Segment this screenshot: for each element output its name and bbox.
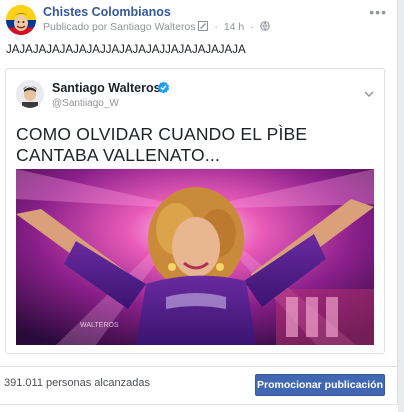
verified-icon	[157, 81, 170, 94]
page-name-link[interactable]: Chistes Colombianos	[43, 5, 171, 19]
image-watermark: WALTEROS	[80, 322, 119, 329]
chevron-down-icon[interactable]	[364, 91, 374, 97]
promote-post-button[interactable]: Promocionar publicación	[255, 374, 385, 396]
tweet-author-name[interactable]: Santiago Walteros	[52, 81, 161, 95]
tweet-text: COMO OLVIDAR CUANDO EL PÌBE CANTABA VALL…	[16, 124, 308, 165]
page-avatar[interactable]	[6, 5, 36, 35]
tweet-author-handle[interactable]: @Santiiago_W	[52, 98, 119, 109]
post-byline: Publicado por Santiago Walteros · 14 h ·	[43, 21, 270, 33]
globe-icon	[259, 21, 270, 31]
embedded-tweet[interactable]: Santiago Walteros @Santiiago_W COMO OLVI…	[5, 68, 385, 354]
published-by-text: Publicado por Santiago Walteros	[43, 21, 196, 33]
post-status-text: JAJAJAJAJAJAJAJJAJAJAJAJJAJAJAJAJAJA	[6, 44, 246, 56]
tweet-image[interactable]: WALTEROS	[16, 169, 374, 345]
reach-count[interactable]: 391.011 personas alcanzadas	[4, 377, 150, 389]
post-timestamp[interactable]: 14 h	[224, 21, 244, 33]
footer-divider	[0, 366, 398, 367]
reactions-bar	[0, 404, 398, 412]
editor-icon	[198, 21, 209, 31]
post-card: Chistes Colombianos Publicado por Santia…	[0, 0, 398, 412]
more-options-icon[interactable]: •••	[369, 4, 387, 20]
tweet-author-avatar[interactable]	[16, 80, 44, 108]
